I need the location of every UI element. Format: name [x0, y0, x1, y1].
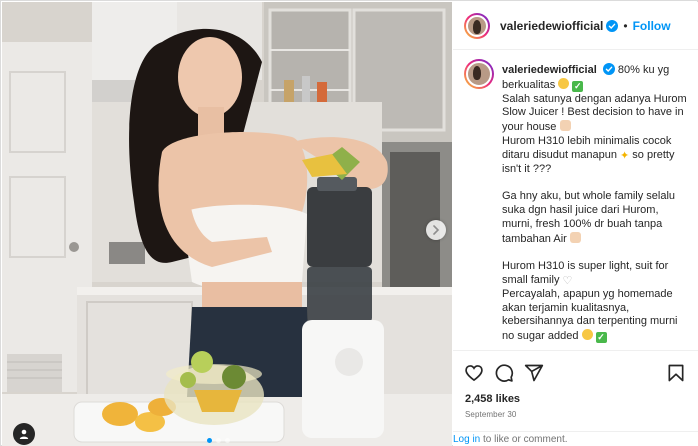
caption-body: 80% ku yg berkualitas ✓ Salah satunya den… — [502, 64, 692, 347]
hand-emoji-icon — [569, 231, 581, 243]
caption-line-break — [502, 344, 692, 347]
post-header: valeriedewiofficial • Follow — [453, 2, 698, 50]
caption: valeriedewiofficial 80% ku yg berkualita… — [464, 59, 694, 347]
post-photo[interactable] — [2, 2, 452, 446]
caption-line: Percayalah, apapun yg homemade akan terj… — [502, 288, 692, 344]
save-button[interactable] — [666, 363, 688, 385]
caption-line-text: Salah satunya dengan adanya Hurom Slow J… — [502, 92, 687, 134]
login-prompt: Log in to like or comment. — [453, 431, 698, 446]
caption-line-text: Hurom H310 is super light, suit for smal… — [502, 260, 669, 286]
heart-icon — [465, 365, 483, 382]
carousel-dot — [207, 438, 212, 443]
photo-kitchen-juicer — [2, 2, 452, 446]
action-bar — [464, 363, 688, 385]
comment-icon — [495, 364, 514, 382]
caption-line-break — [502, 246, 692, 260]
post-actions-section: 2,458 likes September 30 — [453, 350, 698, 419]
instagram-post-embed: valeriedewiofficial • Follow valeriedewi… — [0, 0, 698, 446]
check-emoji-icon: ✓ — [595, 332, 607, 344]
post-sidebar: valeriedewiofficial • Follow valeriedewi… — [453, 2, 698, 446]
user-tag-button[interactable] — [13, 423, 35, 445]
caption-line: Salah satunya dengan adanya Hurom Slow J… — [502, 93, 692, 135]
post-date[interactable]: September 30 — [465, 410, 516, 419]
caption-line-text: Ga hny aku, but whole family selalu suka… — [502, 190, 676, 245]
login-prompt-text: to like or comment. — [480, 434, 568, 445]
verified-badge-icon — [602, 63, 615, 75]
separator: • — [623, 18, 628, 33]
share-icon — [524, 364, 544, 382]
carousel-next-button[interactable] — [426, 220, 446, 240]
login-link[interactable]: Log in — [453, 434, 480, 445]
face-emoji-icon — [581, 329, 593, 341]
caption-line-break — [502, 176, 692, 190]
face-emoji-icon — [558, 77, 570, 89]
caption-avatar[interactable] — [464, 59, 494, 89]
carousel-dot — [225, 438, 230, 443]
share-button[interactable] — [524, 363, 546, 385]
chevron-right-icon — [433, 225, 440, 235]
comment-button[interactable] — [494, 363, 516, 385]
caption-text: valeriedewiofficial 80% ku yg berkualita… — [502, 63, 692, 347]
spark-emoji-icon: ✦ — [620, 149, 630, 162]
like-count[interactable]: 2,458 likes — [465, 393, 520, 405]
username-link[interactable]: valeriedewiofficial — [500, 19, 603, 33]
like-button[interactable] — [464, 363, 486, 385]
verified-badge-icon — [606, 19, 619, 32]
caption-line: Hurom H310 is super light, suit for smal… — [502, 260, 692, 288]
hand-emoji-icon — [559, 120, 571, 132]
user-tag-icon — [19, 429, 29, 439]
caption-line: Ga hny aku, but whole family selalu suka… — [502, 190, 692, 246]
avatar[interactable] — [464, 12, 490, 39]
bookmark-icon — [668, 364, 684, 382]
heart-emoji-icon: ♡ — [562, 274, 573, 287]
follow-button[interactable]: Follow — [633, 19, 671, 33]
carousel-indicators — [207, 438, 230, 443]
check-emoji-icon: ✓ — [572, 80, 584, 92]
carousel-dot — [216, 438, 221, 443]
caption-username[interactable]: valeriedewiofficial — [502, 64, 597, 76]
caption-line: Hurom H310 lebih minimalis cocok ditaru … — [502, 135, 692, 176]
